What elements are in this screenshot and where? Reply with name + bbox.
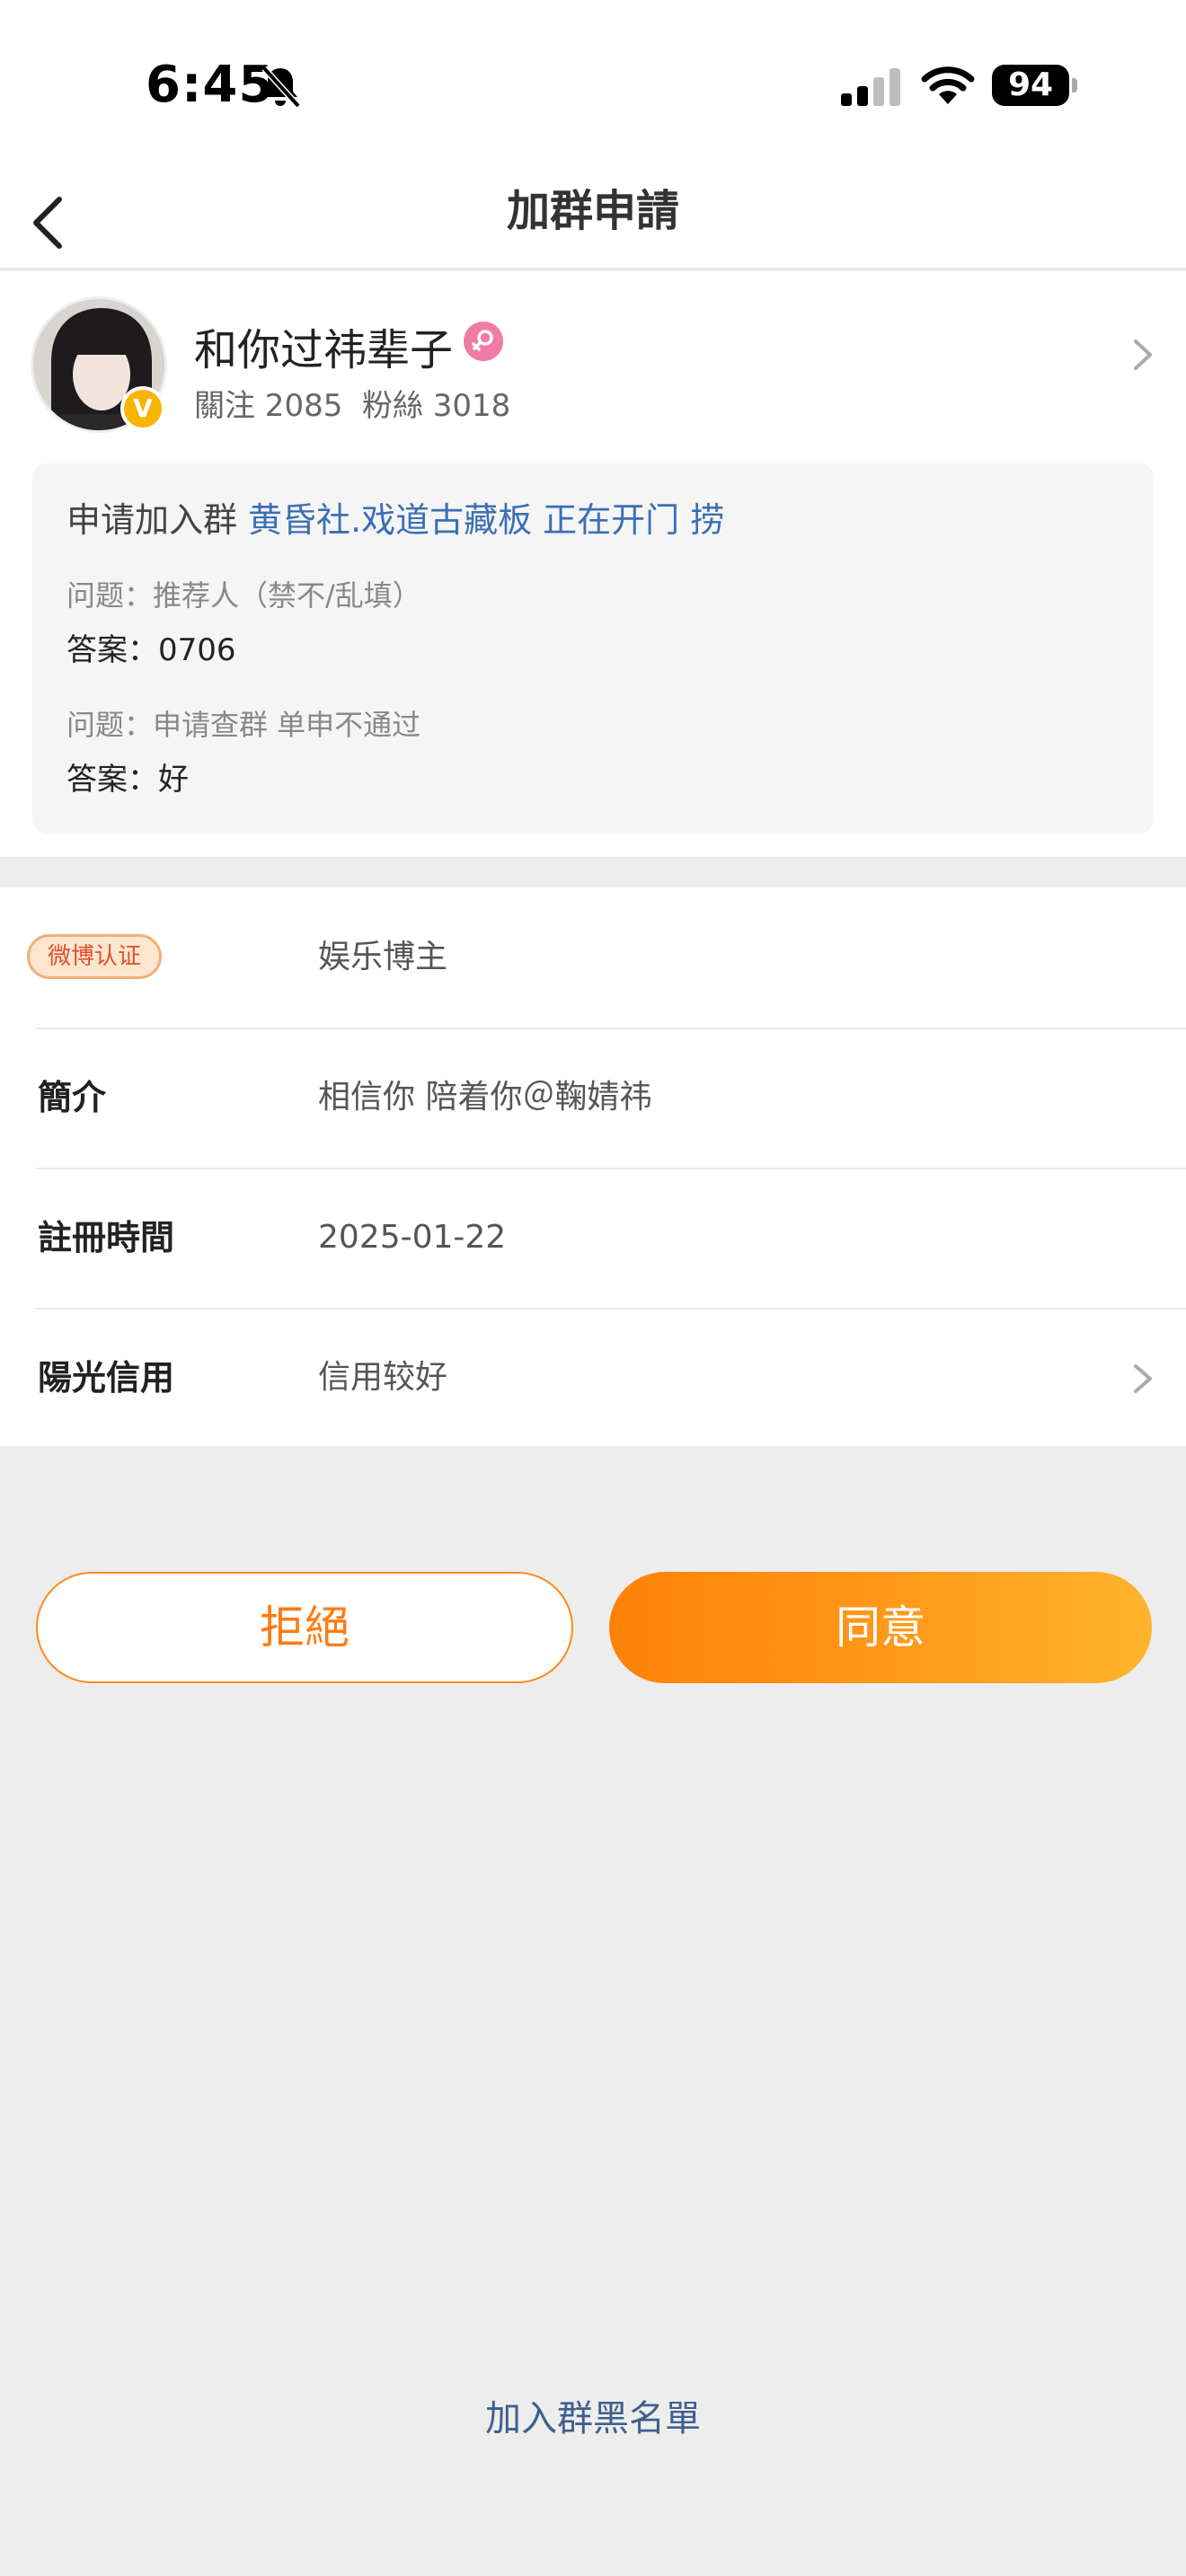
intro-value: 相信你 陪着你＠鞠婧祎 [318,1079,652,1116]
sunshine-credit-row[interactable]: 陽光信用 信用较好 [0,1308,1186,1448]
answer-1: 答案：0706 [66,632,236,668]
battery-level: 94 [1007,66,1054,103]
question-1: 问题：推荐人（禁不/乱填） [66,578,421,613]
verified-v-icon: V [120,386,165,431]
chevron-right-icon[interactable] [1128,332,1155,377]
register-time-value: 2025-01-22 [318,1219,507,1256]
wifi-icon [921,66,975,104]
intro-row: 簡介 相信你 陪着你＠鞠婧祎 [0,1028,1186,1168]
sunshine-credit-label: 陽光信用 [38,1358,175,1398]
status-bar: 6:45 94 [0,0,1186,171]
register-time-label: 註冊時間 [38,1218,175,1257]
chevron-right-icon[interactable] [1128,1358,1155,1399]
status-time: 6:45 [146,56,275,114]
sunshine-credit-value: 信用较好 [318,1359,448,1396]
apply-group-line: 申请加入群 黄昏社.戏道古藏板 正在开门 捞 [66,492,724,542]
follow-fans-stats: 關注 2085 粉絲 3018 [194,388,511,424]
nav-bar: 加群申請 [0,171,1186,269]
group-name-link[interactable]: 黄昏社.戏道古藏板 正在开门 捞 [248,500,724,540]
add-to-group-blacklist-link[interactable]: 加入群黑名單 [0,2389,1186,2441]
applicant-card: V 和你过祎辈子 關注 2085 粉絲 3018 申请加入群 黄昏社.戏道古藏板 … [0,271,1186,857]
user-name[interactable]: 和你过祎辈子 [194,314,453,377]
register-time-row: 註冊時間 2025-01-22 [0,1168,1186,1308]
weibo-verification-row: 微博认证 娱乐博主 [0,887,1186,1028]
bell-muted-icon [261,66,301,109]
question-2: 问题：申请查群 单申不通过 [66,708,421,742]
application-qa-box: 申请加入群 黄昏社.戏道古藏板 正在开门 捞 问题：推荐人（禁不/乱填） 答案：0… [32,463,1154,834]
join-request-page: 6:45 94 加群申請 V 和你过祎辈子 關注 2085 粉絲 3018 申请… [0,0,1186,2576]
weibo-verified-badge: 微博认证 [27,934,163,979]
applicant-info-list: 微博认证 娱乐博主 簡介 相信你 陪着你＠鞠婧祎 註冊時間 2025-01-22… [0,887,1186,1446]
apply-prefix: 申请加入群 [66,500,238,540]
female-gender-icon [464,322,503,361]
intro-label: 簡介 [38,1078,107,1117]
page-title: 加群申請 [506,186,679,236]
reject-button[interactable]: 拒絕 [36,1572,573,1683]
approve-button[interactable]: 同意 [609,1572,1152,1683]
battery-icon: 94 [992,65,1078,106]
answer-2: 答案：好 [66,762,189,798]
cellular-signal-icon [841,68,900,106]
weibo-verification-value: 娱乐博主 [318,939,448,975]
back-chevron-icon[interactable] [23,183,77,255]
